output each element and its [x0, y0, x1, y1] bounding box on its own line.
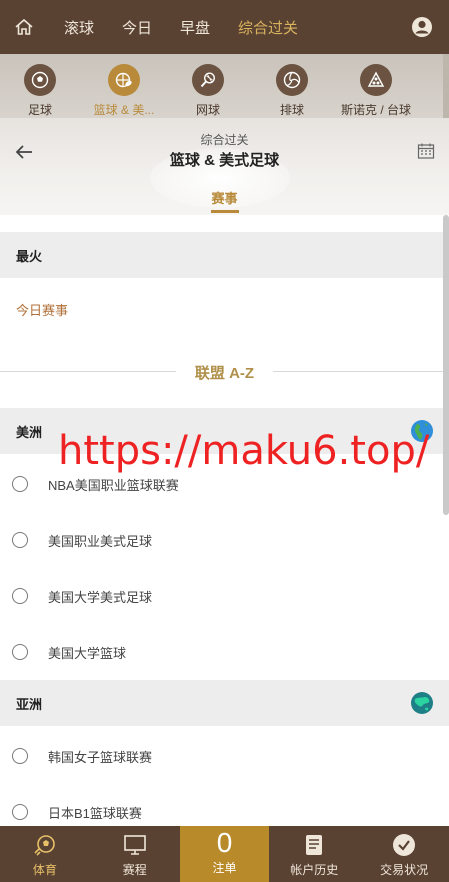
tab-indicator: [211, 210, 239, 213]
sport-snooker[interactable]: 斯诺克 / 台球: [339, 54, 413, 118]
league-name: 美国大学篮球: [48, 645, 127, 661]
region-name: 美洲: [16, 424, 43, 440]
radio-button[interactable]: [12, 476, 28, 492]
region-header-asia[interactable]: 亚洲: [0, 680, 449, 726]
calendar-icon[interactable]: [417, 142, 435, 160]
league-name: 韩国女子篮球联赛: [48, 749, 153, 765]
sport-label: 斯诺克 / 台球: [340, 103, 411, 117]
watermark-url: https://maku6.top/: [58, 428, 430, 474]
radio-button[interactable]: [12, 532, 28, 548]
sport-volleyball[interactable]: 排球: [255, 54, 329, 118]
league-name: NBA美国职业篮球联赛: [48, 477, 179, 493]
bottom-tab-status[interactable]: 交易状况: [359, 826, 449, 882]
radio-button[interactable]: [12, 644, 28, 660]
sports-strip: 足球 篮球 & 美... 网球 排球 斯诺克 / 台球: [0, 54, 449, 118]
league-name: 美国职业美式足球: [48, 533, 153, 549]
home-icon[interactable]: [0, 0, 48, 54]
league-item[interactable]: 韩国女子篮球联赛: [0, 728, 449, 784]
radio-button[interactable]: [12, 748, 28, 764]
bottom-tab-label: 交易状况: [380, 863, 429, 877]
tab-events[interactable]: 赛事: [0, 188, 449, 207]
league-name: 美国大学美式足球: [48, 589, 153, 605]
top-nav: 滚球 今日 早盘 综合过关: [0, 0, 449, 54]
league-az-heading: 联盟 A-Z: [0, 362, 449, 382]
tennis-icon: [192, 64, 224, 96]
soccer-ball-icon: [24, 64, 56, 96]
bottom-tab-label: 赛程: [122, 863, 147, 877]
bottom-bar: 体育 赛程 0 注单 帐户历史 交易状况: [0, 826, 449, 882]
scrollbar[interactable]: [443, 54, 449, 118]
sport-label: 足球: [27, 103, 52, 117]
today-events-link[interactable]: 今日赛事: [16, 300, 68, 319]
page-subtitle: 综合过关: [200, 133, 249, 147]
bottom-tab-label: 体育: [32, 863, 57, 877]
document-icon: [302, 833, 326, 857]
globe-asia-icon: [411, 692, 433, 714]
bottom-tab-label: 帐户历史: [290, 863, 339, 877]
checkmark-icon: [392, 833, 416, 857]
snooker-icon: [360, 64, 392, 96]
bottom-tab-label: 注单: [212, 861, 237, 875]
league-name: 日本B1篮球联赛: [48, 805, 142, 821]
region-name: 亚洲: [16, 696, 43, 712]
sport-label: 网球: [195, 103, 220, 117]
nav-parlay[interactable]: 综合过关: [238, 17, 298, 38]
league-item[interactable]: 美国大学篮球: [0, 624, 449, 680]
basketball-football-icon: [108, 64, 140, 96]
radio-button[interactable]: [12, 588, 28, 604]
sport-tennis[interactable]: 网球: [171, 54, 245, 118]
content-scrollbar[interactable]: [443, 215, 449, 515]
nav-early[interactable]: 早盘: [180, 17, 210, 38]
bottom-tab-schedule[interactable]: 赛程: [90, 826, 180, 882]
monitor-icon: [123, 833, 147, 857]
user-icon[interactable]: [411, 16, 433, 38]
league-item[interactable]: 美国职业美式足球: [0, 512, 449, 568]
sport-soccer[interactable]: 足球: [3, 54, 77, 118]
bottom-tab-betslip[interactable]: 0 注单: [179, 826, 270, 882]
betslip-count: 0: [216, 827, 233, 858]
bottom-tab-history[interactable]: 帐户历史: [269, 826, 359, 882]
sport-label: 排球: [279, 103, 304, 117]
sport-label: 篮球 & 美...: [93, 103, 155, 117]
sports-icon: [33, 833, 57, 857]
radio-button[interactable]: [12, 804, 28, 820]
hot-section-header: 最火: [0, 232, 449, 278]
sport-basketball[interactable]: 篮球 & 美...: [87, 54, 161, 118]
page-header: 综合过关 篮球 & 美式足球 赛事: [0, 118, 449, 215]
nav-inplay[interactable]: 滚球: [64, 17, 94, 38]
league-item[interactable]: 美国大学美式足球: [0, 568, 449, 624]
volleyball-icon: [276, 64, 308, 96]
nav-today[interactable]: 今日: [122, 17, 152, 38]
page-title: 篮球 & 美式足球: [169, 152, 280, 169]
league-az-label: 联盟 A-Z: [194, 365, 255, 382]
bottom-tab-sports[interactable]: 体育: [0, 826, 90, 882]
